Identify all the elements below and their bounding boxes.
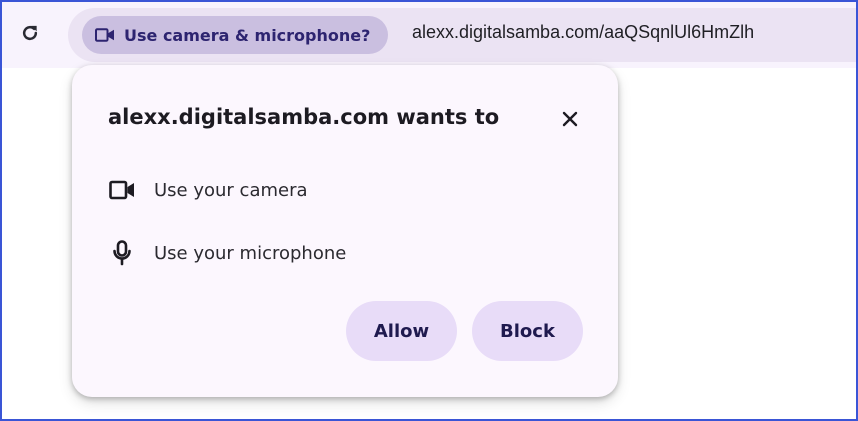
permission-chip-label: Use camera & microphone? [124, 25, 371, 45]
camera-icon [108, 176, 136, 204]
allow-button[interactable]: Allow [346, 301, 457, 361]
browser-window: Use camera & microphone? alexx.digitalsa… [0, 0, 858, 421]
popup-title: alexx.digitalsamba.com wants to [108, 105, 500, 129]
permission-row-microphone: Use your microphone [108, 238, 346, 268]
block-button[interactable]: Block [472, 301, 583, 361]
permission-chip[interactable]: Use camera & microphone? [82, 16, 389, 54]
permission-row-camera: Use your camera [108, 175, 308, 205]
permission-label-camera: Use your camera [154, 179, 308, 201]
permission-popup: alexx.digitalsamba.com wants to Use your… [72, 65, 618, 397]
reload-icon-glyph [22, 25, 38, 41]
browser-toolbar: Use camera & microphone? alexx.digitalsa… [2, 2, 856, 68]
reload-icon[interactable] [15, 18, 45, 48]
microphone-icon [108, 239, 136, 267]
close-icon [562, 111, 578, 127]
address-bar[interactable]: Use camera & microphone? alexx.digitalsa… [68, 8, 856, 62]
close-button[interactable] [556, 105, 584, 133]
permission-label-microphone: Use your microphone [154, 242, 347, 264]
camera-icon [94, 26, 116, 44]
url-text[interactable]: alexx.digitalsamba.com/aaQSqnlUl6HmZlh [412, 22, 754, 43]
